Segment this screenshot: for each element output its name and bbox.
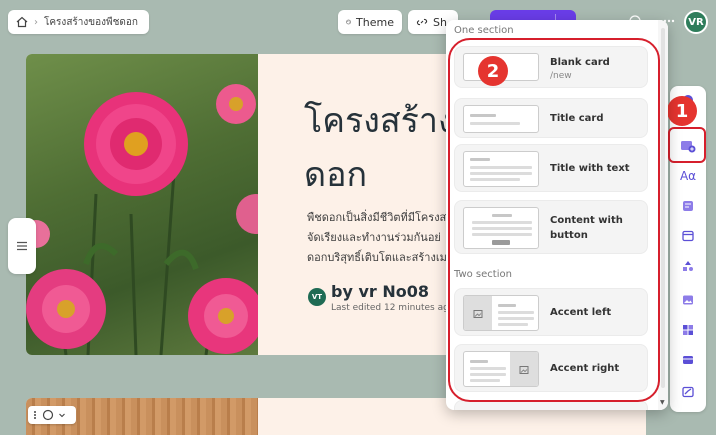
drag-handle-icon[interactable] bbox=[32, 410, 38, 420]
rail-item-chart[interactable] bbox=[680, 384, 696, 400]
scrollbar-thumb[interactable] bbox=[661, 28, 665, 388]
chart-edit-icon bbox=[682, 386, 694, 398]
breadcrumb[interactable]: › โครงสร้างของพืชดอก bbox=[8, 10, 149, 34]
layout-icon bbox=[682, 230, 694, 242]
callout-icon bbox=[683, 201, 693, 211]
gallery-icon bbox=[683, 325, 693, 335]
outline-toggle[interactable] bbox=[8, 218, 36, 274]
rail-item-shapes[interactable] bbox=[680, 258, 696, 274]
rail-item-gallery[interactable] bbox=[680, 322, 696, 338]
add-card-highlight bbox=[668, 127, 706, 163]
breadcrumb-page[interactable]: โครงสร้างของพืชดอก bbox=[44, 15, 138, 30]
rail-item-layout[interactable] bbox=[680, 228, 696, 244]
rail-item-callout[interactable] bbox=[680, 198, 696, 214]
dahlia-flowers-image bbox=[26, 84, 276, 355]
step-badge-1: 1 bbox=[667, 96, 697, 126]
layout-options-highlight bbox=[448, 38, 660, 402]
scroll-down-icon[interactable]: ▼ bbox=[660, 399, 665, 406]
theme-button[interactable]: Theme bbox=[338, 10, 402, 34]
card-toolbar[interactable] bbox=[28, 406, 76, 424]
dahlia-photo bbox=[26, 54, 276, 355]
chevron-down-icon[interactable] bbox=[58, 411, 66, 419]
shapes-icon bbox=[683, 261, 693, 271]
author-avatar: VT bbox=[308, 288, 326, 306]
share-label: Sh bbox=[433, 15, 447, 29]
theme-label: Theme bbox=[356, 15, 394, 29]
embed-icon bbox=[683, 356, 693, 364]
user-avatar[interactable]: VR bbox=[684, 10, 708, 34]
rail-item-embed[interactable] bbox=[680, 352, 696, 368]
image-icon bbox=[683, 295, 693, 305]
home-icon[interactable] bbox=[16, 16, 28, 28]
rail-item-image[interactable] bbox=[680, 292, 696, 308]
author-name: by vr No08 bbox=[331, 282, 429, 301]
step-badge-2: 2 bbox=[478, 56, 508, 86]
link-icon bbox=[416, 18, 428, 26]
section-label-one: One section bbox=[454, 25, 514, 36]
chevron-right-icon: › bbox=[34, 16, 38, 28]
menu-icon bbox=[17, 241, 27, 251]
rail-item-text[interactable]: Aα bbox=[680, 168, 696, 184]
slide-body-text[interactable]: พืชดอกเป็นสิ่งมีชีวิตที่มีโครงส จัดเรียง… bbox=[307, 208, 457, 268]
palette-icon bbox=[346, 19, 351, 25]
last-edited-text: Last edited 12 minutes ago bbox=[331, 303, 455, 313]
card-style-icon[interactable] bbox=[42, 409, 54, 421]
